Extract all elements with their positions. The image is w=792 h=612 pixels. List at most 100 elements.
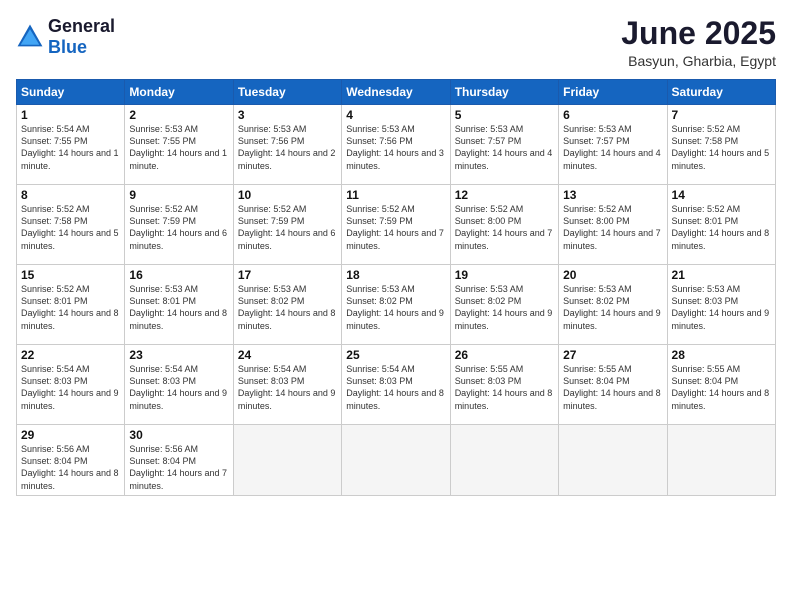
table-row: 15Sunrise: 5:52 AMSunset: 8:01 PMDayligh… [17, 265, 125, 345]
table-row: 4Sunrise: 5:53 AMSunset: 7:56 PMDaylight… [342, 105, 450, 185]
day-detail: Sunrise: 5:52 AMSunset: 7:59 PMDaylight:… [346, 203, 445, 252]
calendar-week-row: 29Sunrise: 5:56 AMSunset: 8:04 PMDayligh… [17, 425, 776, 496]
table-row: 23Sunrise: 5:54 AMSunset: 8:03 PMDayligh… [125, 345, 233, 425]
col-sunday: Sunday [17, 80, 125, 105]
day-detail: Sunrise: 5:54 AMSunset: 8:03 PMDaylight:… [129, 363, 228, 412]
header: General Blue June 2025 Basyun, Gharbia, … [16, 16, 776, 69]
table-row: 19Sunrise: 5:53 AMSunset: 8:02 PMDayligh… [450, 265, 558, 345]
calendar-week-row: 22Sunrise: 5:54 AMSunset: 8:03 PMDayligh… [17, 345, 776, 425]
table-row: 10Sunrise: 5:52 AMSunset: 7:59 PMDayligh… [233, 185, 341, 265]
day-detail: Sunrise: 5:56 AMSunset: 8:04 PMDaylight:… [21, 443, 120, 492]
logo: General Blue [16, 16, 115, 58]
table-row: 3Sunrise: 5:53 AMSunset: 7:56 PMDaylight… [233, 105, 341, 185]
page-container: General Blue June 2025 Basyun, Gharbia, … [0, 0, 792, 504]
table-row: 7Sunrise: 5:52 AMSunset: 7:58 PMDaylight… [667, 105, 775, 185]
day-number: 15 [21, 268, 120, 282]
day-detail: Sunrise: 5:55 AMSunset: 8:04 PMDaylight:… [672, 363, 771, 412]
day-number: 25 [346, 348, 445, 362]
title-block: June 2025 Basyun, Gharbia, Egypt [621, 16, 776, 69]
calendar-week-row: 8Sunrise: 5:52 AMSunset: 7:58 PMDaylight… [17, 185, 776, 265]
day-number: 18 [346, 268, 445, 282]
day-number: 14 [672, 188, 771, 202]
col-monday: Monday [125, 80, 233, 105]
day-number: 21 [672, 268, 771, 282]
day-detail: Sunrise: 5:52 AMSunset: 8:00 PMDaylight:… [455, 203, 554, 252]
table-row: 13Sunrise: 5:52 AMSunset: 8:00 PMDayligh… [559, 185, 667, 265]
day-detail: Sunrise: 5:52 AMSunset: 7:59 PMDaylight:… [238, 203, 337, 252]
day-detail: Sunrise: 5:53 AMSunset: 8:02 PMDaylight:… [563, 283, 662, 332]
table-row: 17Sunrise: 5:53 AMSunset: 8:02 PMDayligh… [233, 265, 341, 345]
day-detail: Sunrise: 5:53 AMSunset: 8:02 PMDaylight:… [455, 283, 554, 332]
day-detail: Sunrise: 5:52 AMSunset: 7:59 PMDaylight:… [129, 203, 228, 252]
day-detail: Sunrise: 5:54 AMSunset: 7:55 PMDaylight:… [21, 123, 120, 172]
day-detail: Sunrise: 5:52 AMSunset: 8:01 PMDaylight:… [21, 283, 120, 332]
table-row: 27Sunrise: 5:55 AMSunset: 8:04 PMDayligh… [559, 345, 667, 425]
col-wednesday: Wednesday [342, 80, 450, 105]
table-row [559, 425, 667, 496]
day-number: 23 [129, 348, 228, 362]
day-detail: Sunrise: 5:53 AMSunset: 8:02 PMDaylight:… [238, 283, 337, 332]
day-detail: Sunrise: 5:53 AMSunset: 8:01 PMDaylight:… [129, 283, 228, 332]
day-detail: Sunrise: 5:53 AMSunset: 8:02 PMDaylight:… [346, 283, 445, 332]
day-detail: Sunrise: 5:55 AMSunset: 8:03 PMDaylight:… [455, 363, 554, 412]
day-number: 4 [346, 108, 445, 122]
table-row: 14Sunrise: 5:52 AMSunset: 8:01 PMDayligh… [667, 185, 775, 265]
table-row: 9Sunrise: 5:52 AMSunset: 7:59 PMDaylight… [125, 185, 233, 265]
col-saturday: Saturday [667, 80, 775, 105]
day-number: 27 [563, 348, 662, 362]
table-row: 5Sunrise: 5:53 AMSunset: 7:57 PMDaylight… [450, 105, 558, 185]
calendar-week-row: 15Sunrise: 5:52 AMSunset: 8:01 PMDayligh… [17, 265, 776, 345]
calendar-table: Sunday Monday Tuesday Wednesday Thursday… [16, 79, 776, 496]
table-row: 16Sunrise: 5:53 AMSunset: 8:01 PMDayligh… [125, 265, 233, 345]
day-number: 1 [21, 108, 120, 122]
day-number: 22 [21, 348, 120, 362]
day-detail: Sunrise: 5:53 AMSunset: 7:55 PMDaylight:… [129, 123, 228, 172]
day-number: 3 [238, 108, 337, 122]
day-detail: Sunrise: 5:52 AMSunset: 7:58 PMDaylight:… [21, 203, 120, 252]
table-row: 26Sunrise: 5:55 AMSunset: 8:03 PMDayligh… [450, 345, 558, 425]
day-detail: Sunrise: 5:54 AMSunset: 8:03 PMDaylight:… [238, 363, 337, 412]
day-detail: Sunrise: 5:53 AMSunset: 7:57 PMDaylight:… [455, 123, 554, 172]
table-row: 18Sunrise: 5:53 AMSunset: 8:02 PMDayligh… [342, 265, 450, 345]
table-row [667, 425, 775, 496]
table-row: 21Sunrise: 5:53 AMSunset: 8:03 PMDayligh… [667, 265, 775, 345]
day-detail: Sunrise: 5:53 AMSunset: 7:56 PMDaylight:… [346, 123, 445, 172]
day-detail: Sunrise: 5:52 AMSunset: 8:00 PMDaylight:… [563, 203, 662, 252]
day-number: 26 [455, 348, 554, 362]
table-row: 20Sunrise: 5:53 AMSunset: 8:02 PMDayligh… [559, 265, 667, 345]
day-detail: Sunrise: 5:54 AMSunset: 8:03 PMDaylight:… [21, 363, 120, 412]
table-row: 24Sunrise: 5:54 AMSunset: 8:03 PMDayligh… [233, 345, 341, 425]
table-row: 11Sunrise: 5:52 AMSunset: 7:59 PMDayligh… [342, 185, 450, 265]
day-number: 29 [21, 428, 120, 442]
day-number: 11 [346, 188, 445, 202]
day-number: 5 [455, 108, 554, 122]
table-row: 2Sunrise: 5:53 AMSunset: 7:55 PMDaylight… [125, 105, 233, 185]
day-detail: Sunrise: 5:55 AMSunset: 8:04 PMDaylight:… [563, 363, 662, 412]
day-number: 19 [455, 268, 554, 282]
table-row [342, 425, 450, 496]
calendar-week-row: 1Sunrise: 5:54 AMSunset: 7:55 PMDaylight… [17, 105, 776, 185]
table-row: 12Sunrise: 5:52 AMSunset: 8:00 PMDayligh… [450, 185, 558, 265]
day-number: 6 [563, 108, 662, 122]
day-number: 7 [672, 108, 771, 122]
day-number: 16 [129, 268, 228, 282]
table-row: 22Sunrise: 5:54 AMSunset: 8:03 PMDayligh… [17, 345, 125, 425]
day-number: 20 [563, 268, 662, 282]
day-detail: Sunrise: 5:53 AMSunset: 8:03 PMDaylight:… [672, 283, 771, 332]
logo-general: General [48, 16, 115, 36]
table-row: 6Sunrise: 5:53 AMSunset: 7:57 PMDaylight… [559, 105, 667, 185]
day-detail: Sunrise: 5:54 AMSunset: 8:03 PMDaylight:… [346, 363, 445, 412]
logo-icon [16, 23, 44, 51]
table-row: 30Sunrise: 5:56 AMSunset: 8:04 PMDayligh… [125, 425, 233, 496]
day-number: 10 [238, 188, 337, 202]
day-detail: Sunrise: 5:53 AMSunset: 7:57 PMDaylight:… [563, 123, 662, 172]
table-row: 28Sunrise: 5:55 AMSunset: 8:04 PMDayligh… [667, 345, 775, 425]
table-row [450, 425, 558, 496]
table-row: 25Sunrise: 5:54 AMSunset: 8:03 PMDayligh… [342, 345, 450, 425]
table-row: 8Sunrise: 5:52 AMSunset: 7:58 PMDaylight… [17, 185, 125, 265]
logo-blue: Blue [48, 37, 87, 57]
table-row: 29Sunrise: 5:56 AMSunset: 8:04 PMDayligh… [17, 425, 125, 496]
table-row: 1Sunrise: 5:54 AMSunset: 7:55 PMDaylight… [17, 105, 125, 185]
day-number: 17 [238, 268, 337, 282]
day-number: 2 [129, 108, 228, 122]
